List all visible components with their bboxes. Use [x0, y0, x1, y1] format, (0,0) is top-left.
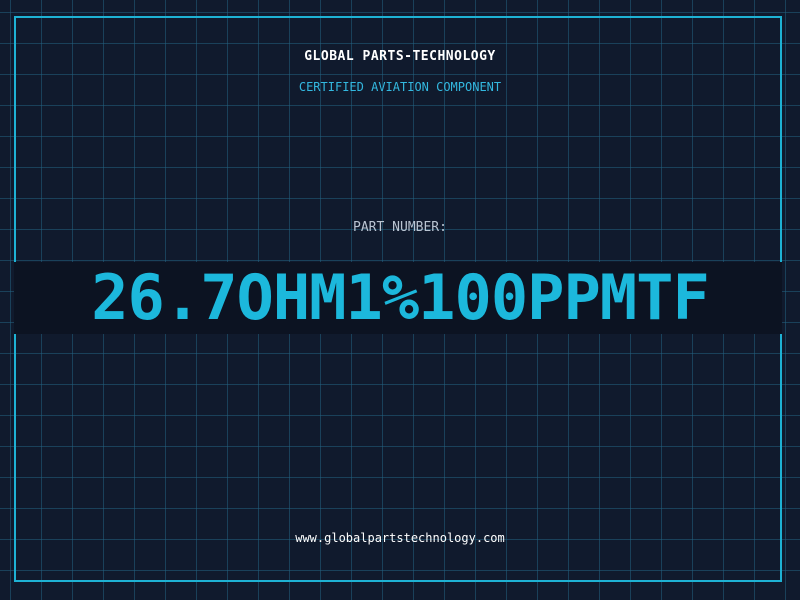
website-url: www.globalpartstechnology.com	[295, 531, 505, 545]
certificate-page: GLOBAL PARTS-TECHNOLOGY CERTIFIED AVIATI…	[0, 0, 800, 600]
company-name: GLOBAL PARTS-TECHNOLOGY	[304, 49, 496, 64]
part-number-label: PART NUMBER:	[353, 220, 447, 235]
certification-tagline: CERTIFIED AVIATION COMPONENT	[298, 80, 502, 94]
part-number-value: 26.7OHM1%100PPMTF	[91, 261, 710, 334]
